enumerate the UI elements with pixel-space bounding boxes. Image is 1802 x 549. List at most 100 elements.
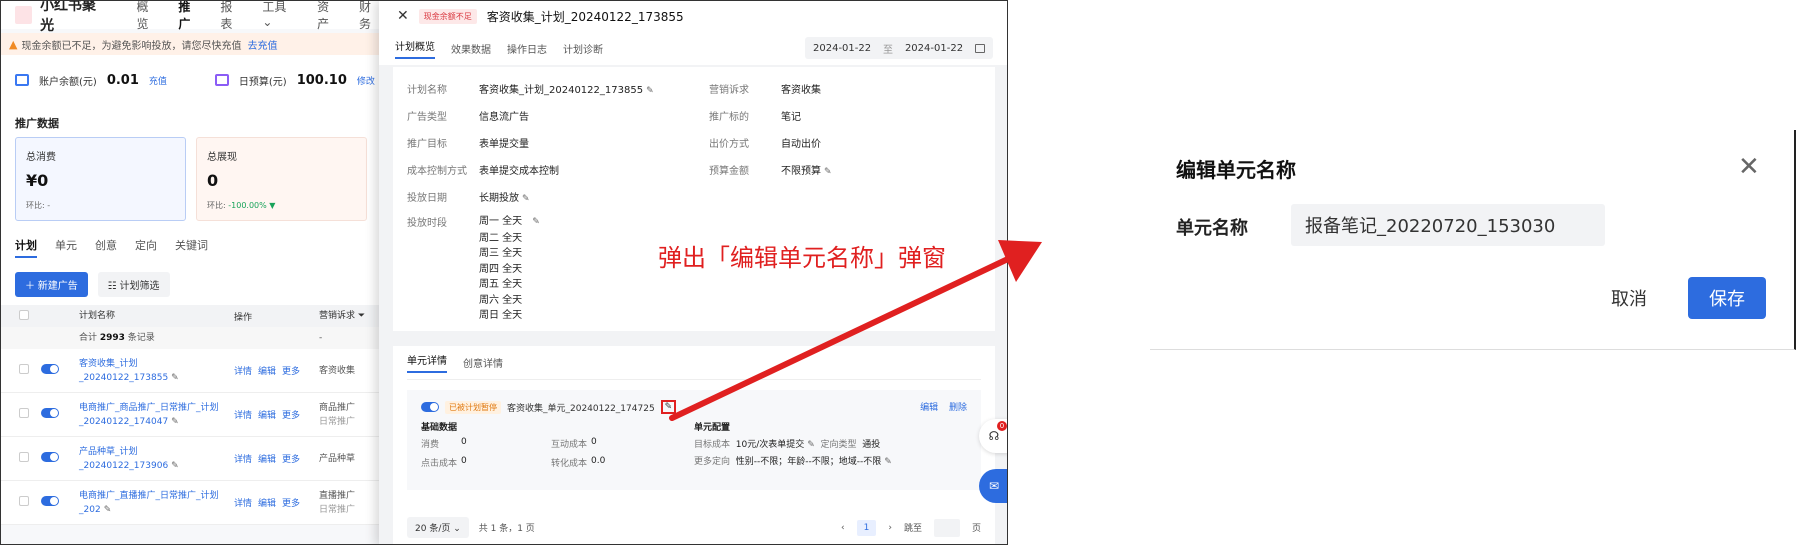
new-ad-button[interactable]: ＋ 新建广告 bbox=[15, 272, 88, 297]
pencil-icon[interactable]: ✎ bbox=[807, 440, 815, 450]
stat-label: 总消费 bbox=[26, 152, 56, 163]
budget-label: 日预算(元) bbox=[238, 76, 287, 88]
plan-name-link[interactable]: 客资收集_计划_20240122_173855 ✎ bbox=[79, 357, 234, 385]
plan-filter-button[interactable]: ☷ 计划筛选 bbox=[97, 272, 170, 297]
tab-plan[interactable]: 计划 bbox=[15, 237, 37, 258]
plan-name-link[interactable]: 电商推广_直播推广_日常推广_计划_202 ✎ bbox=[79, 489, 234, 517]
detail-link[interactable]: 详情 bbox=[234, 455, 252, 465]
tab-creative-detail[interactable]: 创意详情 bbox=[463, 355, 503, 370]
plan-name-link[interactable]: 产品种草_计划_20240122_173906 ✎ bbox=[79, 445, 234, 473]
table-header: 计划名称 操作 营销诉求 ⏷ bbox=[1, 305, 381, 327]
stat-card-spend[interactable]: 总消费 ¥0 环比: - bbox=[15, 137, 186, 221]
toggle-icon[interactable] bbox=[41, 408, 59, 418]
tab-plan-diagnosis[interactable]: 计划诊断 bbox=[563, 41, 603, 56]
pencil-icon[interactable]: ✎ bbox=[171, 373, 179, 383]
toggle-icon[interactable] bbox=[41, 364, 59, 374]
page-size-select[interactable]: 20 条/页 ⌄ bbox=[407, 517, 469, 538]
mail-icon[interactable]: ✉ bbox=[979, 469, 1007, 503]
tab-targeting[interactable]: 定向 bbox=[135, 237, 157, 258]
detail-link[interactable]: 详情 bbox=[234, 411, 252, 421]
toggle-icon[interactable] bbox=[421, 402, 439, 412]
balance-warning-bar: ▲ 现金余额已不足，为避免影响投放，请您尽快充值 去充值 bbox=[1, 33, 381, 55]
tab-keywords[interactable]: 关键词 bbox=[175, 237, 208, 258]
pagination-total: 共 1 条，1 页 bbox=[478, 524, 535, 534]
header-goal[interactable]: 营销诉求 ⏷ bbox=[319, 309, 379, 323]
nav-item-reports[interactable]: 报表 bbox=[220, 1, 242, 32]
delete-unit-link[interactable]: 删除 bbox=[949, 403, 967, 413]
row-checkbox[interactable] bbox=[19, 408, 29, 418]
nav-item-overview[interactable]: 概览 bbox=[136, 1, 158, 32]
pencil-icon[interactable]: ✎ bbox=[532, 217, 540, 227]
pencil-icon[interactable]: ✎ bbox=[522, 194, 530, 204]
tab-performance[interactable]: 效果数据 bbox=[451, 41, 491, 56]
pencil-icon[interactable]: ✎ bbox=[884, 457, 892, 467]
unit-name-input[interactable] bbox=[1291, 204, 1605, 246]
pencil-icon[interactable]: ✎ bbox=[824, 167, 832, 177]
edit-link[interactable]: 编辑 bbox=[258, 367, 276, 377]
top-nav: 概览 推广 报表 工具 ⌄ 资产 财务 bbox=[136, 1, 381, 32]
date-range-picker[interactable]: 2024-01-22 至 2024-01-22 bbox=[805, 37, 993, 59]
pencil-icon[interactable]: ✎ bbox=[171, 461, 179, 471]
brand-name: 小红书聚光 bbox=[40, 0, 97, 34]
row-goal: 客资收集 bbox=[319, 365, 356, 376]
more-link[interactable]: 更多 bbox=[282, 411, 300, 421]
prev-page-button[interactable]: ‹ bbox=[841, 523, 845, 533]
row-checkbox[interactable] bbox=[19, 452, 29, 462]
plan-name-link[interactable]: 电商推广_商品推广_日常推广_计划_20240122_174047 ✎ bbox=[79, 401, 234, 429]
logo-icon bbox=[15, 6, 33, 24]
pencil-icon[interactable]: ✎ bbox=[646, 86, 654, 96]
row-goal: 产品种草 bbox=[319, 453, 356, 464]
header-name: 计划名称 bbox=[79, 311, 116, 321]
tab-operation-log[interactable]: 操作日志 bbox=[507, 41, 547, 56]
drawer-tabs: 计划概览 效果数据 操作日志 计划诊断 2024-01-22 至 2024-01… bbox=[379, 31, 1007, 65]
table-row: 产品种草_计划_20240122_173906 ✎ 详情 编辑 更多 产品种草 bbox=[1, 437, 381, 481]
recharge-button[interactable]: 充值 bbox=[149, 74, 167, 87]
pencil-icon[interactable]: ✎ bbox=[660, 400, 677, 414]
edit-link[interactable]: 编辑 bbox=[258, 499, 276, 509]
warning-icon: ▲ bbox=[9, 37, 18, 51]
close-icon[interactable]: ✕ bbox=[397, 8, 409, 24]
detail-link[interactable]: 详情 bbox=[234, 499, 252, 509]
date-start: 2024-01-22 bbox=[813, 42, 872, 54]
row-ops: 详情 编辑 更多 bbox=[234, 496, 319, 509]
more-link[interactable]: 更多 bbox=[282, 455, 300, 465]
edit-link[interactable]: 编辑 bbox=[258, 411, 276, 421]
support-icon[interactable]: ☊ 0 bbox=[979, 419, 1007, 453]
nav-item-assets[interactable]: 资产 bbox=[317, 1, 339, 32]
detail-link[interactable]: 详情 bbox=[234, 367, 252, 377]
toggle-icon[interactable] bbox=[41, 496, 59, 506]
recharge-link[interactable]: 去充值 bbox=[247, 37, 277, 52]
nav-item-finance[interactable]: 财务 bbox=[359, 1, 381, 32]
pencil-icon[interactable]: ✎ bbox=[104, 505, 112, 515]
unit-detail-card: 单元详情 创意详情 已被计划暂停 客资收集_单元_20240122_174725… bbox=[393, 346, 995, 544]
more-link[interactable]: 更多 bbox=[282, 499, 300, 509]
balance-row: 账户余额(元) 0.01 充值 日预算(元) 100.10 修改 bbox=[1, 55, 381, 105]
tab-creative[interactable]: 创意 bbox=[95, 237, 117, 258]
tab-unit-detail[interactable]: 单元详情 bbox=[407, 352, 447, 373]
pencil-icon[interactable]: ✎ bbox=[171, 417, 179, 427]
cancel-button[interactable]: 取消 bbox=[1599, 278, 1659, 318]
jump-page-input[interactable] bbox=[933, 518, 960, 537]
save-button[interactable]: 保存 bbox=[1688, 277, 1766, 319]
tab-unit[interactable]: 单元 bbox=[55, 237, 77, 258]
edit-unit-link[interactable]: 编辑 bbox=[920, 403, 938, 413]
nav-item-tools[interactable]: 工具 ⌄ bbox=[262, 1, 297, 32]
edit-budget-button[interactable]: 修改 bbox=[357, 74, 375, 87]
nav-item-promotion[interactable]: 推广 bbox=[178, 1, 200, 32]
page-number[interactable]: 1 bbox=[856, 519, 877, 536]
date-separator: 至 bbox=[883, 44, 894, 56]
table-row: 电商推广_直播推广_日常推广_计划_202 ✎ 详情 编辑 更多 直播推广 日常推广 bbox=[1, 481, 381, 525]
more-link[interactable]: 更多 bbox=[282, 367, 300, 377]
next-page-button[interactable]: › bbox=[888, 523, 892, 533]
drawer-header: ✕ 现金余额不足 客资收集_计划_20240122_173855 bbox=[379, 1, 1007, 31]
row-checkbox[interactable] bbox=[19, 364, 29, 374]
select-all-checkbox[interactable] bbox=[19, 309, 29, 320]
stat-card-impressions[interactable]: 总展现 0 环比: -100.00% ▼ bbox=[196, 137, 367, 221]
row-checkbox[interactable] bbox=[19, 496, 29, 506]
stat-sub: 环比: -100.00% ▼ bbox=[207, 201, 276, 210]
wallet-icon bbox=[15, 74, 29, 86]
edit-link[interactable]: 编辑 bbox=[258, 455, 276, 465]
tab-plan-overview[interactable]: 计划概览 bbox=[395, 38, 435, 59]
close-icon[interactable]: ✕ bbox=[1738, 152, 1760, 182]
toggle-icon[interactable] bbox=[41, 452, 59, 462]
